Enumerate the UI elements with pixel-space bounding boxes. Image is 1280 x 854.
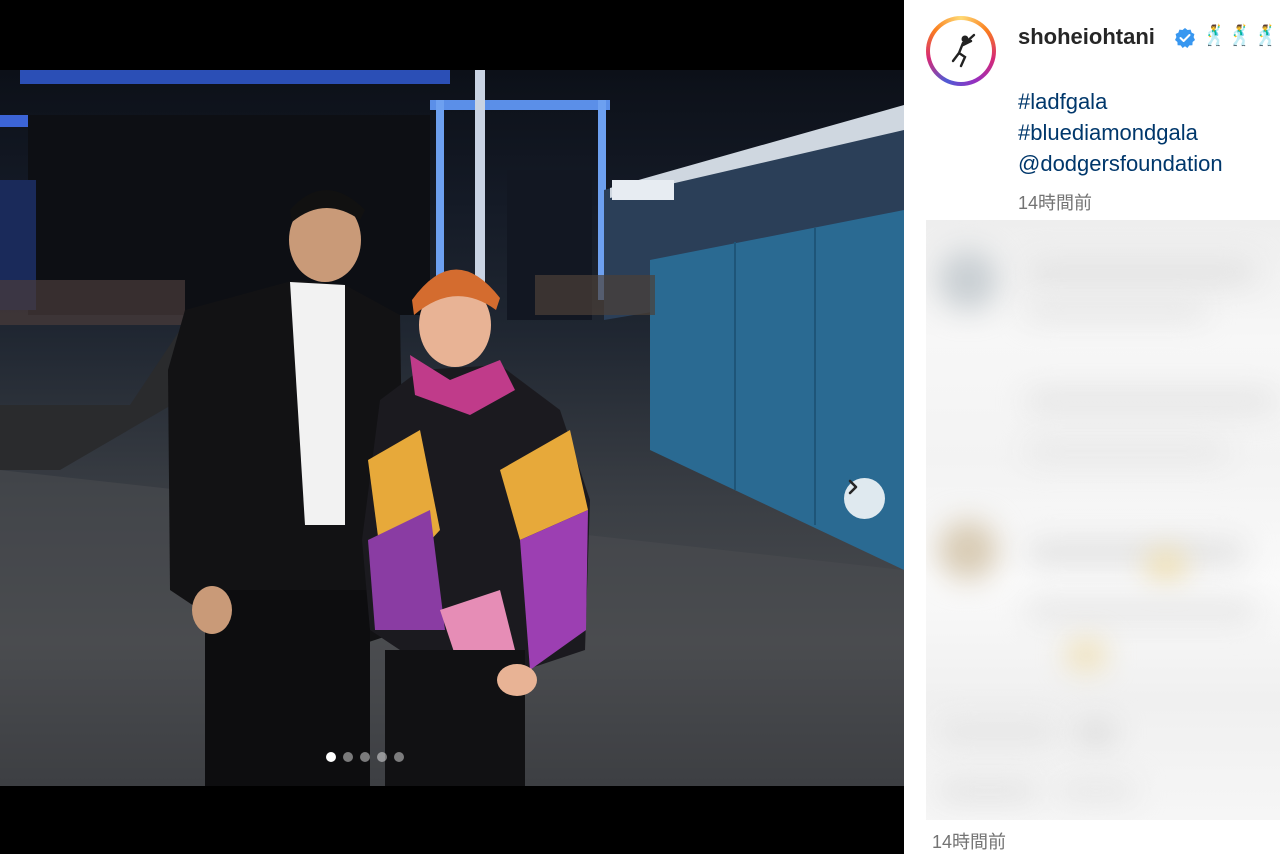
post-caption: #ladfgala #bluediamondgala @dodgersfound… xyxy=(1018,86,1223,179)
batter-silhouette-icon xyxy=(951,33,976,68)
post-timestamp: 14時間前 xyxy=(1018,193,1093,213)
comments-section-blurred xyxy=(926,220,1280,820)
carousel-dot xyxy=(343,752,353,762)
username-emojis: 🕺🕺🕺 xyxy=(1202,25,1280,47)
carousel-dot xyxy=(394,752,404,762)
mention-link[interactable]: @dodgersfoundation xyxy=(1018,148,1223,179)
hashtag-link[interactable]: #bluediamondgala xyxy=(1018,117,1223,148)
carousel-dot xyxy=(326,752,336,762)
username[interactable]: shoheiohtani xyxy=(1018,24,1155,50)
carousel-dot xyxy=(377,752,387,762)
verified-badge-icon xyxy=(1175,28,1195,48)
comments-timestamp: 14時間前 xyxy=(932,832,1007,852)
post-side-panel: shoheiohtani 🕺🕺🕺 #ladfgala #bluediamondg… xyxy=(904,0,1280,854)
next-slide-button[interactable] xyxy=(844,478,885,519)
carousel-dot xyxy=(360,752,370,762)
carousel-indicators xyxy=(326,752,404,762)
photo-scene xyxy=(0,70,904,786)
chevron-right-icon xyxy=(848,479,858,495)
hashtag-link[interactable]: #ladfgala xyxy=(1018,86,1223,117)
avatar-image xyxy=(930,20,992,82)
avatar[interactable] xyxy=(926,16,996,86)
post-media xyxy=(0,0,904,854)
post-photo xyxy=(0,70,904,786)
